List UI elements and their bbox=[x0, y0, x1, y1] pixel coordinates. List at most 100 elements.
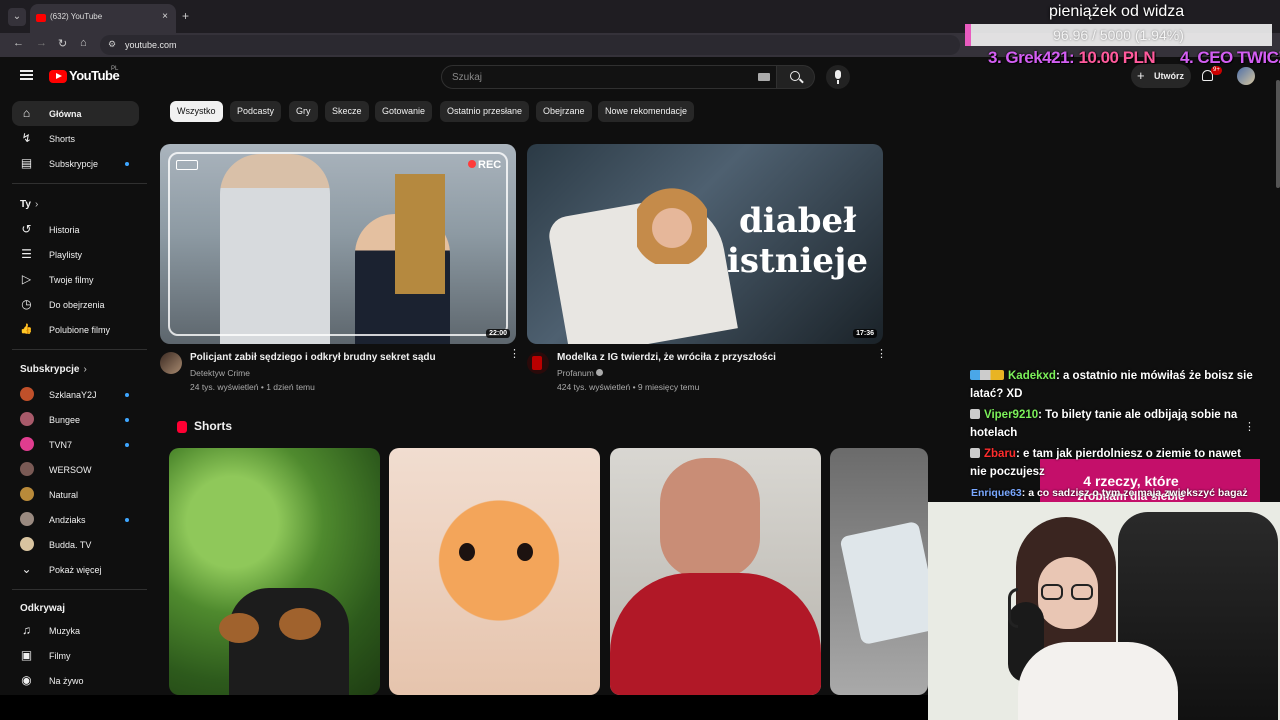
new-tab-button[interactable]: + bbox=[182, 9, 189, 23]
new-content-dot bbox=[125, 518, 129, 522]
sidebar-item-channel[interactable]: Budda. TV bbox=[12, 532, 139, 557]
channel-avatar bbox=[20, 437, 34, 451]
thumbnail-mushroom bbox=[219, 613, 259, 643]
youtube-favicon-icon bbox=[36, 14, 46, 22]
donation-progress-bar: 96.96 / 5000 (1.94%) bbox=[965, 24, 1272, 46]
video-thumbnail[interactable]: diabeł istnieje 17:36 bbox=[527, 144, 883, 344]
sidebar-item-home[interactable]: ⌂ Główna bbox=[12, 101, 139, 126]
chat-more-options-icon[interactable]: ⋮ bbox=[1244, 420, 1255, 433]
donation-goal-title: pieniążek od widza bbox=[1049, 3, 1185, 20]
sidebar-item-channel[interactable]: Bungee bbox=[12, 407, 139, 432]
thumbnail-text: istnieje bbox=[727, 241, 868, 281]
shorts-heading-label: Shorts bbox=[194, 419, 233, 433]
donor-name: Grek421: bbox=[1005, 48, 1075, 67]
sidebar-item-watch-later[interactable]: ◷ Do obejrzenia bbox=[12, 292, 139, 317]
reload-icon[interactable]: ↻ bbox=[58, 37, 67, 50]
voice-search-icon[interactable] bbox=[826, 65, 850, 89]
shorts-heading: Shorts bbox=[176, 419, 232, 433]
movies-icon: ▣ bbox=[20, 648, 33, 662]
explore-heading: Odkrywaj bbox=[20, 603, 66, 614]
chevron-down-icon: ⌄ bbox=[21, 562, 32, 576]
search-icon bbox=[790, 71, 800, 81]
battery-icon bbox=[176, 160, 198, 170]
sidebar-item-label: Główna bbox=[49, 109, 82, 119]
sidebar-item-label: WERSOW bbox=[49, 465, 92, 475]
sidebar-item-music[interactable]: ♫ Muzyka bbox=[12, 618, 139, 643]
channel-avatar[interactable] bbox=[527, 352, 549, 374]
thumbnail-package bbox=[839, 520, 928, 646]
channel-avatar[interactable] bbox=[160, 352, 182, 374]
donor-rank: 3. bbox=[988, 48, 1002, 67]
country-code: PL bbox=[111, 66, 119, 72]
shorts-icon: ↯ bbox=[21, 131, 32, 145]
short-thumbnail[interactable] bbox=[610, 448, 821, 695]
chat-username: Zbaru bbox=[984, 448, 1016, 460]
sidebar-item-movies[interactable]: ▣ Filmy bbox=[12, 643, 139, 668]
sidebar-item-channel[interactable]: WERSOW bbox=[12, 457, 139, 482]
site-info-icon[interactable]: ⚙ bbox=[108, 39, 116, 50]
address-bar[interactable]: ⚙ youtube.com bbox=[100, 35, 960, 55]
home-browser-icon[interactable]: ⌂ bbox=[80, 37, 87, 49]
channel-avatar bbox=[20, 462, 34, 476]
tab-close-button[interactable]: × bbox=[162, 11, 168, 22]
tab-search-button[interactable]: ⌄ bbox=[8, 8, 26, 26]
back-icon[interactable]: ← bbox=[13, 37, 24, 49]
thumbnail-cat bbox=[429, 478, 569, 628]
tab-title: (632) YouTube bbox=[50, 12, 103, 21]
video-title[interactable]: Policjant zabił sędziego i odkrył brudny… bbox=[190, 352, 436, 363]
video-thumbnail[interactable]: REC 22:00 bbox=[160, 144, 516, 344]
more-options-icon[interactable]: ⋮ bbox=[876, 349, 887, 360]
music-icon: ♫ bbox=[22, 623, 31, 637]
page-scrollbar[interactable] bbox=[1276, 80, 1280, 188]
sidebar-item-shorts[interactable]: ↯ Shorts bbox=[12, 126, 139, 151]
sidebar-item-live[interactable]: ◉ Na żywo bbox=[12, 668, 139, 693]
thumbnail-cat-eye bbox=[517, 543, 533, 561]
keyboard-icon[interactable] bbox=[758, 73, 770, 81]
search-box[interactable]: Szukaj bbox=[441, 65, 777, 89]
webcam-headphones bbox=[1008, 588, 1018, 628]
chat-message: Zbaru: e tam jak pierdolniesz o ziemie t… bbox=[970, 445, 1260, 481]
sidebar-item-channel[interactable]: TVN7 bbox=[12, 432, 139, 457]
sidebar-item-liked[interactable]: 👍 Polubione filmy bbox=[12, 317, 139, 342]
sidebar-item-playlists[interactable]: ☰ Playlisty bbox=[12, 242, 139, 267]
chip-sketches[interactable]: Skecze bbox=[325, 101, 369, 122]
sidebar-item-your-videos[interactable]: ▷ Twoje filmy bbox=[12, 267, 139, 292]
create-label: Utwórz bbox=[1154, 71, 1184, 81]
sidebar-item-channel[interactable]: Andziaks bbox=[12, 507, 139, 532]
video-channel[interactable]: Profanum bbox=[557, 368, 604, 378]
chip-recently-uploaded[interactable]: Ostatnio przesłane bbox=[440, 101, 530, 122]
bottom-bar bbox=[0, 695, 928, 720]
video-meta: 24 tys. wyświetleń • 1 dzień temu bbox=[190, 382, 315, 392]
sidebar-item-history[interactable]: ↺ Historia bbox=[12, 217, 139, 242]
webcam-glasses bbox=[1071, 584, 1093, 600]
chip-podcasts[interactable]: Podcasty bbox=[230, 101, 282, 122]
browser-tab[interactable]: (632) YouTube × bbox=[30, 4, 176, 33]
video-channel[interactable]: Detektyw Crime bbox=[190, 368, 250, 378]
sidebar: ⌂ Główna ↯ Shorts ▤ Subskrypcje Ty › ↺ Hi… bbox=[0, 95, 150, 695]
forward-icon[interactable]: → bbox=[36, 37, 47, 49]
chip-cooking[interactable]: Gotowanie bbox=[375, 101, 433, 122]
subscriptions-heading[interactable]: Subskrypcje › bbox=[20, 364, 87, 375]
sidebar-item-channel[interactable]: Natural bbox=[12, 482, 139, 507]
search-input[interactable]: Szukaj bbox=[452, 72, 482, 83]
youtube-play-icon bbox=[49, 70, 67, 83]
video-meta: 424 tys. wyświetleń • 9 miesięcy temu bbox=[557, 382, 700, 392]
chip-watched[interactable]: Obejrzane bbox=[536, 101, 592, 122]
short-thumbnail[interactable] bbox=[169, 448, 380, 695]
chip-games[interactable]: Gry bbox=[289, 101, 318, 122]
more-options-icon[interactable]: ⋮ bbox=[509, 349, 520, 360]
video-title[interactable]: Modelka z IG twierdzi, że wróciła z przy… bbox=[557, 352, 776, 363]
you-heading[interactable]: Ty › bbox=[20, 199, 38, 210]
sidebar-item-show-more[interactable]: ⌄ Pokaż więcej bbox=[12, 557, 139, 582]
sidebar-item-channel[interactable]: SzklanaY2J bbox=[12, 382, 139, 407]
account-avatar[interactable] bbox=[1237, 67, 1255, 85]
video-duration: 22:00 bbox=[486, 329, 510, 338]
chat-text: : a co sadzisz o tym ze maja zwiekszyć b… bbox=[1021, 487, 1248, 499]
search-button[interactable] bbox=[777, 65, 815, 89]
sidebar-item-subscriptions[interactable]: ▤ Subskrypcje bbox=[12, 151, 139, 176]
short-thumbnail[interactable] bbox=[830, 448, 928, 695]
short-thumbnail[interactable] bbox=[389, 448, 600, 695]
chip-new-recommendations[interactable]: Nowe rekomendacje bbox=[598, 101, 695, 122]
menu-icon[interactable] bbox=[20, 70, 33, 80]
chip-all[interactable]: Wszystko bbox=[170, 101, 223, 122]
